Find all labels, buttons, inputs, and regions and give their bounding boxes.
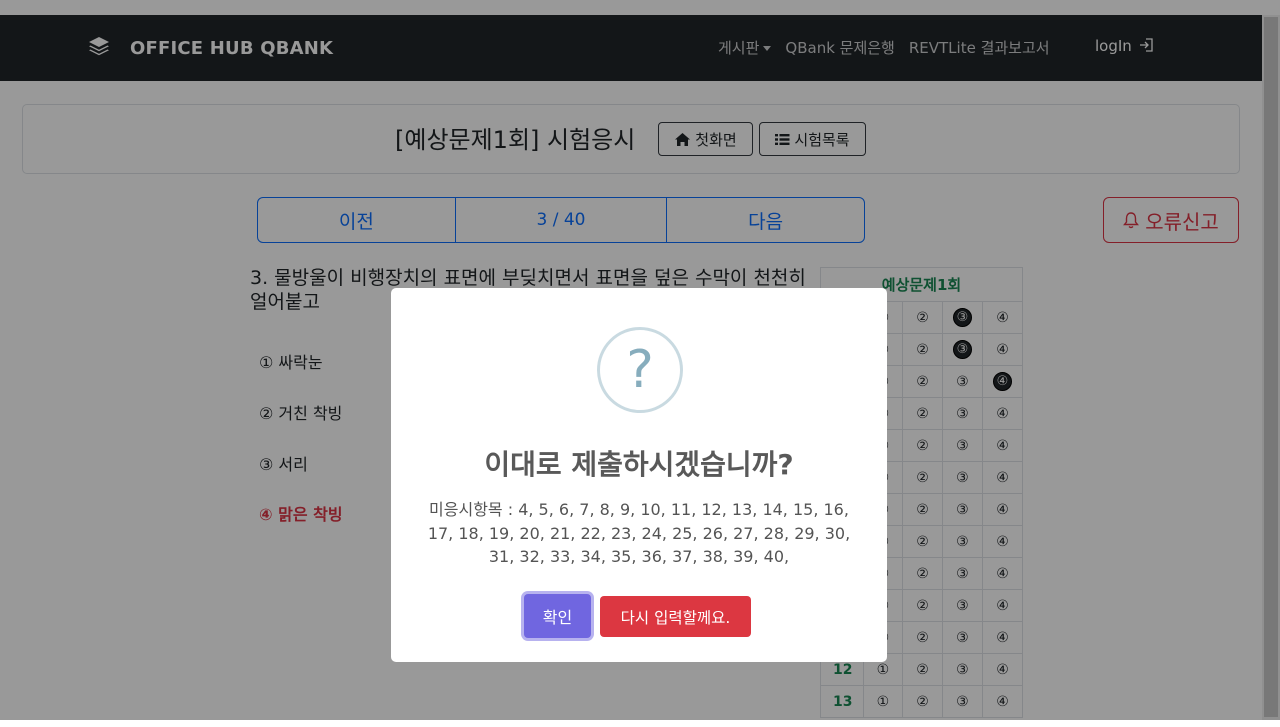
confirm-button[interactable]: 확인 xyxy=(524,594,591,638)
question-icon: ? xyxy=(597,327,683,413)
unanswered-list: 미응시항목 : 4, 5, 6, 7, 8, 9, 10, 11, 12, 13… xyxy=(427,500,851,566)
dialog-title: 이대로 제출하시겠습니까? xyxy=(484,448,794,481)
retry-button[interactable]: 다시 입력할께요. xyxy=(600,596,751,637)
